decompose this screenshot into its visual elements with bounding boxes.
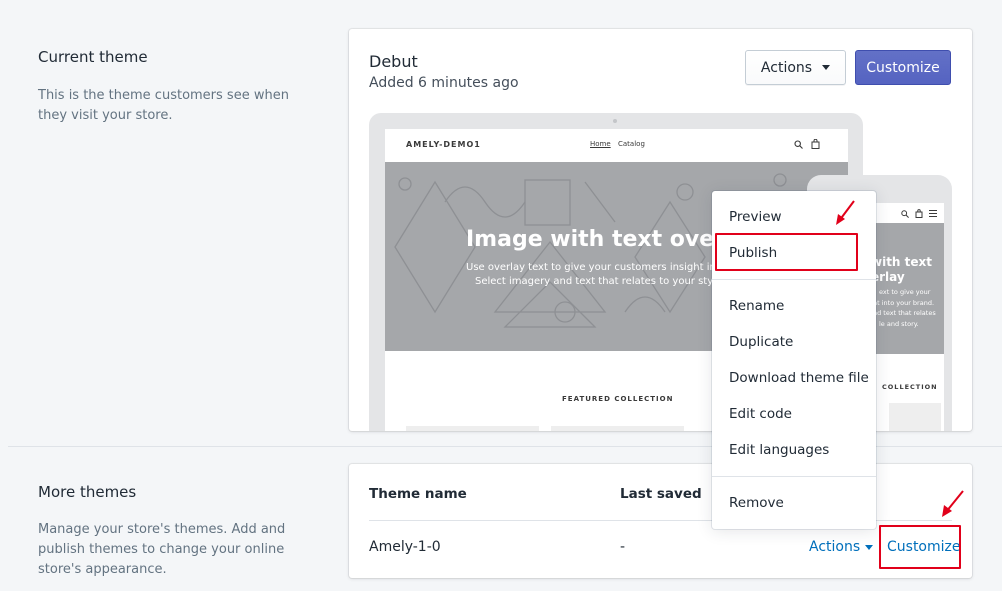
red-arrow-annotation [942,490,964,517]
menu-item-download-theme-file[interactable]: Download theme file [712,360,876,396]
current-theme-description-line1: This is the theme customers see when [38,88,289,103]
row-actions-link[interactable]: Actions [809,539,874,555]
more-themes-description-line1: Manage your store's themes. Add and [38,522,286,537]
col-header-last-saved: Last saved [620,486,702,502]
search-icon [901,210,909,218]
current-theme-description: This is the theme customers see when the… [38,86,289,126]
theme-actions-label: Actions [760,59,813,76]
preview-product-placeholder [551,426,684,431]
menu-item-edit-languages[interactable]: Edit languages [712,432,876,468]
preview-nav-catalog: Catalog [618,140,645,148]
mobile-collection-heading: COLLECTION [882,383,938,391]
preview-hero-subtitle-line1: Use overlay text to give your customers … [466,262,726,273]
mobile-hero-title: with text erlay [871,255,932,285]
mobile-hero-title-line1: with text [871,255,933,269]
menu-divider [712,279,876,280]
preview-featured-collection: FEATURED COLLECTION [562,395,674,403]
cart-icon [811,139,820,149]
preview-hero-title: Image with text ove [466,227,715,252]
preview-nav-home: Home [590,140,611,148]
preview-hero-subtitle: Use overlay text to give your customers … [466,261,726,289]
mobile-hero-subtitle-line1: ext to give your [879,288,931,296]
preview-store-name: AMELY-DEMO1 [406,140,481,149]
cart-icon [915,209,923,218]
mobile-hero-title-line2: erlay [871,270,905,284]
publish-highlight-box [715,233,858,271]
caret-down-icon [865,544,874,550]
customize-button[interactable]: Customize [855,50,951,85]
preview-hero-subtitle-line2: Select imagery and text that relates to … [475,276,723,287]
mobile-hero-subtitle: ext to give your ht into your brand. nd … [873,287,936,329]
more-themes-description-line2: publish themes to change your online [38,542,285,557]
menu-item-duplicate[interactable]: Duplicate [712,324,876,360]
row-actions-label: Actions [809,539,861,555]
theme-actions-button[interactable]: Actions [745,50,846,85]
more-themes-title: More themes [38,483,137,501]
theme-name: Debut [369,52,418,71]
theme-added-time: Added 6 minutes ago [369,75,519,91]
mobile-hero-subtitle-line2: ht into your brand. [873,298,935,307]
search-icon [794,140,803,149]
current-theme-card: Debut Added 6 minutes ago AMELY-DEMO1 Ho… [349,29,972,431]
menu-item-remove[interactable]: Remove [712,485,876,521]
more-themes-description: Manage your store's themes. Add and publ… [38,520,285,580]
menu-divider [712,476,876,477]
hamburger-icon [929,210,937,217]
menu-item-edit-code[interactable]: Edit code [712,396,876,432]
row-theme-name: Amely-1-0 [369,539,441,555]
mobile-hero-subtitle-line3: nd text that relates [873,309,936,317]
col-header-theme-name: Theme name [369,486,467,502]
camera-dot [613,119,617,123]
menu-item-rename[interactable]: Rename [712,288,876,324]
preview-product-placeholder [406,426,539,431]
red-arrow-annotation [836,200,855,225]
more-themes-description-line3: store's appearance. [38,562,167,577]
mobile-hero-subtitle-line4: le and story. [879,319,919,328]
row-last-saved: - [620,539,626,555]
mobile-product-placeholder [889,403,941,431]
current-theme-description-line2: they visit your store. [38,108,173,123]
customize-highlight-box [879,525,961,569]
current-theme-title: Current theme [38,48,148,66]
caret-down-icon [822,65,831,70]
